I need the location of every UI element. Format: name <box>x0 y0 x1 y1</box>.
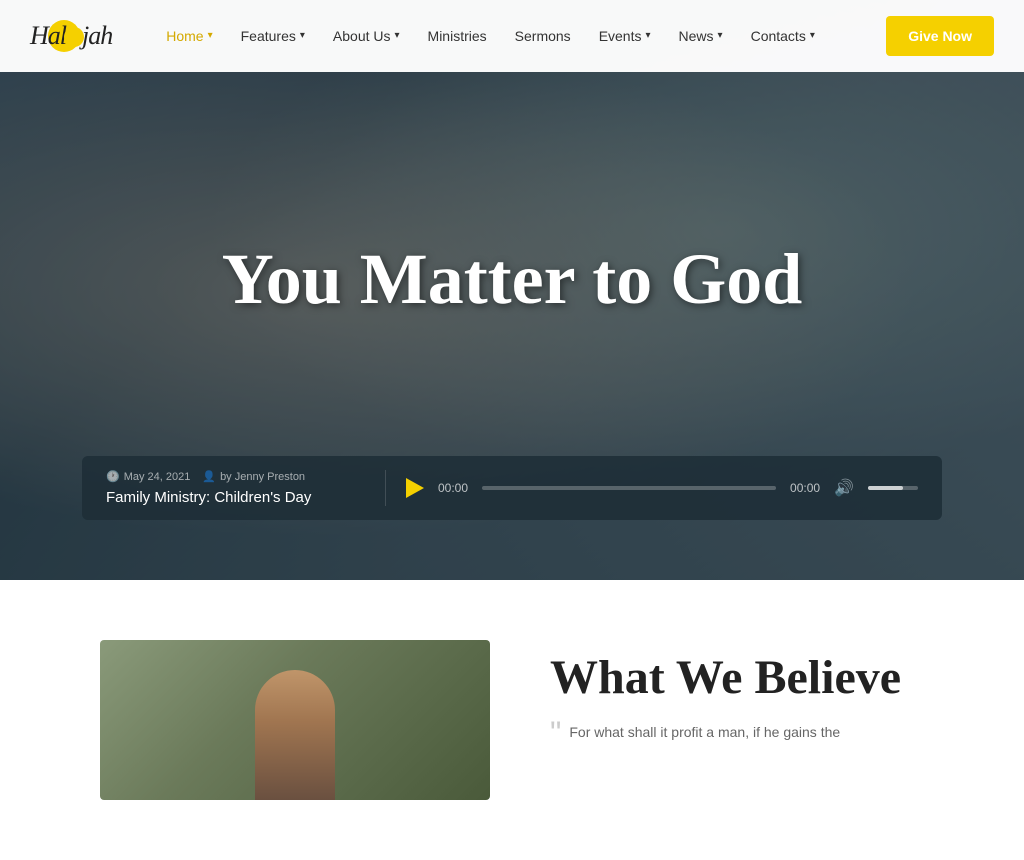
nav-label-ministries: Ministries <box>428 0 487 72</box>
play-button[interactable] <box>406 478 424 498</box>
give-now-button[interactable]: Give Now <box>886 16 994 56</box>
audio-meta: 🕐 May 24, 2021 👤 by Jenny Preston <box>106 470 365 483</box>
audio-controls: 00:00 00:00 🔊 <box>406 478 918 498</box>
hero-section: You Matter to God 🕐 May 24, 2021 👤 by Je… <box>0 0 1024 580</box>
nav-item-news[interactable]: News ▾ <box>665 0 737 72</box>
believe-text: What We Believe " For what shall it prof… <box>550 640 924 749</box>
chevron-down-icon: ▾ <box>646 0 651 72</box>
believe-title: What We Believe <box>550 650 924 705</box>
hero-title: You Matter to God <box>222 240 803 319</box>
nav-item-about[interactable]: About Us ▾ <box>319 0 414 72</box>
believe-image-person <box>255 670 335 800</box>
audio-player: 🕐 May 24, 2021 👤 by Jenny Preston Family… <box>82 456 942 520</box>
audio-info: 🕐 May 24, 2021 👤 by Jenny Preston Family… <box>106 470 386 506</box>
nav-label-home: Home <box>166 0 203 72</box>
nav-label-features: Features <box>241 0 296 72</box>
logo-text: Haljah <box>30 21 112 51</box>
nav-item-home[interactable]: Home ▾ <box>152 0 226 72</box>
progress-bar[interactable] <box>482 486 776 490</box>
clock-icon: 🕐 <box>106 470 120 483</box>
quote-mark-icon: " <box>550 717 561 749</box>
current-time: 00:00 <box>438 481 468 495</box>
nav-label-contacts: Contacts <box>751 0 806 72</box>
believe-section: What We Believe " For what shall it prof… <box>0 580 1024 860</box>
nav-menu: Home ▾ Features ▾ About Us ▾ Ministries … <box>152 0 994 72</box>
nav-item-events[interactable]: Events ▾ <box>585 0 665 72</box>
chevron-down-icon: ▾ <box>300 0 305 72</box>
chevron-down-icon: ▾ <box>208 0 213 72</box>
volume-icon[interactable]: 🔊 <box>834 478 854 498</box>
volume-fill <box>868 486 903 490</box>
audio-author-item: 👤 by Jenny Preston <box>202 470 305 483</box>
audio-date-item: 🕐 May 24, 2021 <box>106 470 190 483</box>
volume-bar[interactable] <box>868 486 918 490</box>
audio-date: May 24, 2021 <box>124 471 191 483</box>
nav-item-sermons[interactable]: Sermons <box>501 0 585 72</box>
audio-author: by Jenny Preston <box>220 471 305 483</box>
navbar: Haljah Home ▾ Features ▾ About Us ▾ Mini… <box>0 0 1024 72</box>
nav-item-ministries[interactable]: Ministries <box>414 0 501 72</box>
nav-label-about: About Us <box>333 0 391 72</box>
nav-item-features[interactable]: Features ▾ <box>227 0 319 72</box>
chevron-down-icon: ▾ <box>718 0 723 72</box>
total-time: 00:00 <box>790 481 820 495</box>
believe-image <box>100 640 490 800</box>
site-logo[interactable]: Haljah <box>30 21 112 51</box>
chevron-down-icon: ▾ <box>810 0 815 72</box>
user-icon: 👤 <box>202 470 216 483</box>
nav-label-news: News <box>679 0 714 72</box>
nav-item-contacts[interactable]: Contacts ▾ <box>737 0 829 72</box>
nav-label-sermons: Sermons <box>515 0 571 72</box>
audio-title: Family Ministry: Children's Day <box>106 489 365 506</box>
nav-label-events: Events <box>599 0 642 72</box>
chevron-down-icon: ▾ <box>395 0 400 72</box>
